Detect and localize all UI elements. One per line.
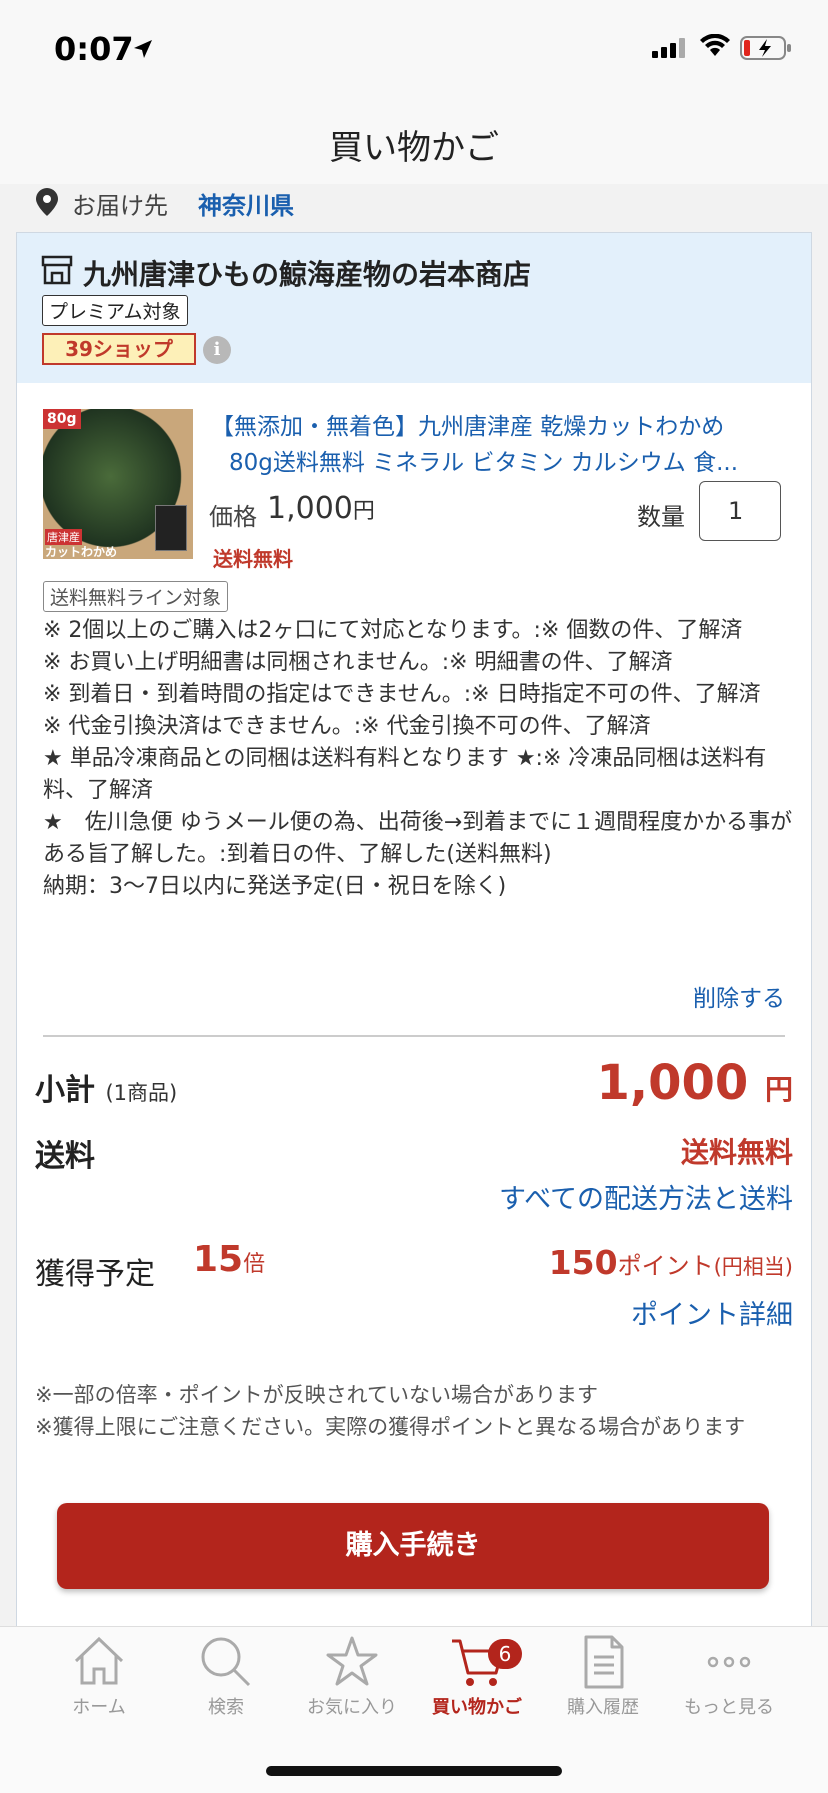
tab-favorites[interactable]: お気に入り	[283, 1633, 421, 1743]
info-icon[interactable]: i	[203, 336, 231, 364]
points-multiplier: 15倍	[193, 1239, 265, 1280]
tab-label: 検索	[208, 1697, 244, 1718]
tab-home[interactable]: ホーム	[30, 1633, 168, 1743]
location-pin-icon	[36, 188, 58, 216]
subtotal-label: 小計 (1商品)	[35, 1065, 177, 1109]
delete-item-link[interactable]: 削除する	[693, 979, 785, 1013]
note-line: ★ 単品冷凍商品との同梱は送料有料となります ★:※ 冷凍品同梱は送料有料、了解…	[43, 746, 767, 803]
delivery-prefecture-link[interactable]: 神奈川県	[198, 186, 294, 221]
price-label: 価格	[209, 503, 257, 531]
points-disclaimer: ※一部の倍率・ポイントが反映されていない場合があります ※獲得上限にご注意くださ…	[35, 1379, 795, 1443]
shipping-value: 送料無料	[680, 1136, 793, 1169]
subtotal-amount: 1,000	[596, 1055, 749, 1111]
price-amount: 1,000	[267, 491, 353, 526]
search-icon	[201, 1637, 251, 1687]
points-amount: 150	[548, 1243, 618, 1282]
quantity-label: 数量	[637, 503, 685, 531]
location-arrow-icon	[134, 40, 152, 58]
note-line: ※ 代金引換決済はできません。:※ 代金引換不可の件、了解済	[43, 714, 651, 739]
image-weight-badge: 80g	[43, 409, 81, 429]
note-line: ★ 佐川急便 ゆうメール便の為、出荷後→到着までに１週間程度かかる事がある旨了解…	[43, 810, 793, 867]
product-title-line-1: 【無添加・無着色】九州唐津産 乾燥カットわかめ	[211, 414, 725, 440]
note-line: ※ 到着日・到着時間の指定はできません。:※ 日時指定不可の件、了解済	[43, 682, 761, 707]
subtotal-count: (1商品)	[105, 1081, 178, 1105]
multiplier-unit: 倍	[243, 1252, 266, 1277]
product-title-line-2: 80g送料無料 ミネラル ビタミン カルシウム 食...	[229, 450, 739, 476]
signal-icon	[652, 38, 685, 58]
tab-purchase-history[interactable]: 購入履歴	[534, 1633, 672, 1743]
battery-icon	[740, 36, 791, 60]
multiplier-value: 15	[193, 1239, 244, 1280]
price-value: 1,000円	[267, 491, 375, 526]
note-line: 納期：3〜7日以内に発送予定(日・祝日を除く)	[43, 874, 507, 899]
tab-search[interactable]: 検索	[157, 1633, 295, 1743]
shop-header: 九州唐津ひもの鯨海産物の岩本商店 プレミアム対象 39ショップ i	[17, 233, 811, 383]
points-unit: ポイント	[617, 1252, 714, 1280]
shop-card: 九州唐津ひもの鯨海産物の岩本商店 プレミアム対象 39ショップ i 80g 唐津…	[16, 232, 812, 1634]
shop-name-link[interactable]: 九州唐津ひもの鯨海産物の岩本商店	[83, 253, 531, 293]
wifi-icon	[700, 34, 730, 56]
tab-label: 購入履歴	[567, 1697, 639, 1718]
tab-cart[interactable]: 6 買い物かご	[408, 1633, 546, 1743]
points-yen-equivalent: (円相当)	[713, 1255, 793, 1279]
subtotal-unit: 円	[764, 1073, 793, 1106]
more-icon	[707, 1656, 751, 1668]
shipping-methods-link[interactable]: すべての配送方法と送料	[499, 1177, 793, 1216]
disclaimer-line: ※獲得上限にご注意ください。実際の獲得ポイントと異なる場合があります	[35, 1415, 746, 1439]
free-shipping-label: 送料無料	[213, 547, 293, 571]
delivery-label: お届け先	[72, 192, 168, 220]
subtotal-value: 1,000 円	[596, 1055, 793, 1111]
tab-label: もっと見る	[684, 1697, 774, 1718]
tab-label: ホーム	[72, 1697, 126, 1718]
tab-more[interactable]: もっと見る	[660, 1633, 798, 1743]
image-package	[155, 505, 187, 551]
price-unit: 円	[352, 499, 375, 524]
home-indicator[interactable]	[266, 1766, 562, 1776]
page-title: 買い物かご	[329, 128, 499, 168]
nav-header: 買い物かご	[0, 98, 828, 184]
history-icon	[584, 1635, 624, 1689]
subtotal-label-text: 小計	[35, 1073, 95, 1108]
checkout-button[interactable]: 購入手続き	[57, 1503, 769, 1589]
points-earn-label: 獲得予定	[35, 1257, 155, 1292]
points-value: 150ポイント(円相当)	[549, 1243, 793, 1282]
points-detail-link[interactable]: ポイント詳細	[631, 1293, 793, 1332]
note-line: ※ お買い上げ明細書は同梱されません。:※ 明細書の件、了解済	[43, 650, 673, 675]
star-icon	[326, 1636, 378, 1686]
shop-39-badge: 39ショップ	[42, 333, 196, 365]
tab-label: お気に入り	[307, 1697, 397, 1718]
note-line: ※ 2個以上のご購入は2ヶ口にて対応となります。:※ 個数の件、了解済	[43, 618, 743, 643]
product-title-link[interactable]: 【無添加・無着色】九州唐津産 乾燥カットわかめ 80g送料無料 ミネラル ビタミ…	[211, 409, 771, 481]
image-caption: カットわかめ	[45, 545, 118, 559]
quantity-input[interactable]: 1	[699, 481, 781, 541]
status-time: 0:07	[54, 30, 134, 68]
tab-label: 買い物かご	[432, 1697, 522, 1718]
premium-badge: プレミアム対象	[42, 295, 188, 326]
disclaimer-line: ※一部の倍率・ポイントが反映されていない場合があります	[35, 1383, 598, 1407]
free-shipping-line-badge: 送料無料ライン対象	[43, 581, 229, 612]
item-notes: ※ 2個以上のご購入は2ヶ口にて対応となります。:※ 個数の件、了解済 ※ お買…	[43, 615, 793, 903]
divider	[43, 1035, 785, 1037]
status-bar: 0:07	[0, 0, 828, 98]
home-icon	[74, 1636, 124, 1685]
delivery-destination[interactable]: お届け先 神奈川県	[0, 184, 828, 228]
shipping-label: 送料	[35, 1139, 95, 1174]
product-image[interactable]: 80g 唐津産 カットわかめ	[43, 409, 193, 559]
cart-count-badge: 6	[488, 1639, 522, 1669]
shop-icon	[41, 255, 73, 285]
